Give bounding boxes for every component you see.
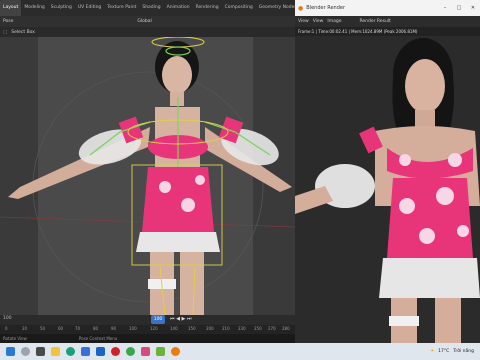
render-neck xyxy=(415,110,435,128)
tab-shading[interactable]: Shading xyxy=(139,0,163,16)
character-skirt xyxy=(136,232,220,252)
minimize-icon[interactable]: – xyxy=(438,5,452,11)
tab-layout[interactable]: Layout xyxy=(0,0,22,16)
render-skirt xyxy=(379,258,480,298)
timeline-tick: 90 xyxy=(111,326,117,331)
mode-selector[interactable]: Pose xyxy=(3,19,13,24)
chrome-icon[interactable] xyxy=(126,347,135,356)
timeline-tick: 50 xyxy=(40,326,46,331)
blender-logo-icon: ● xyxy=(298,4,304,12)
system-tray: ☀ 17°C Trời nắng xyxy=(430,349,480,354)
timeline-tick: 210 xyxy=(222,326,230,331)
menu-view-2[interactable]: View xyxy=(313,19,324,24)
close-icon[interactable]: ✕ xyxy=(466,5,480,11)
dress-flower xyxy=(181,198,195,212)
current-frame-indicator[interactable]: 100 xyxy=(151,315,165,324)
menu-view[interactable]: View xyxy=(298,19,309,24)
render-window-titlebar: ● Blender Render – □ ✕ xyxy=(295,0,480,16)
dress-flower xyxy=(195,175,205,185)
windows-start-icon[interactable] xyxy=(6,347,15,356)
render-dress xyxy=(387,178,473,258)
search-icon[interactable] xyxy=(21,347,30,356)
render-result-image xyxy=(295,36,480,343)
tab-sculpting[interactable]: Sculpting xyxy=(48,0,75,16)
timeline-frame-label: 100 xyxy=(3,316,12,321)
timeline-tick: 0 xyxy=(5,326,8,331)
status-context-menu: Pose Context Menu xyxy=(78,336,118,341)
blender-taskbar-icon[interactable] xyxy=(171,347,180,356)
3d-viewport[interactable] xyxy=(0,37,295,315)
status-rotate-view: Rotate View xyxy=(3,336,27,341)
tab-geometry-nodes[interactable]: Geometry Nodes xyxy=(256,0,300,16)
photos-icon[interactable] xyxy=(141,347,150,356)
timeline-tick: 150 xyxy=(188,326,196,331)
timeline-tick: 20 xyxy=(22,326,28,331)
tab-rendering[interactable]: Rendering xyxy=(193,0,222,16)
status-bar: Rotate View Pose Context Menu xyxy=(0,334,295,343)
render-stats: Frame:1 | Time:00:02.41 | Mem:1024.89M (… xyxy=(295,27,480,36)
viewport-header: Pose Global xyxy=(0,16,295,27)
tab-uv-editing[interactable]: UV Editing xyxy=(75,0,104,16)
workspace-tabs: Layout Modeling Sculpting UV Editing Tex… xyxy=(0,0,333,16)
menu-image[interactable]: Image xyxy=(327,19,341,24)
dress-flower xyxy=(159,181,171,193)
timeline-ruler[interactable]: 0 20 50 60 70 80 90 100 120 140 150 200 … xyxy=(0,325,295,334)
file-explorer-icon[interactable] xyxy=(51,347,60,356)
global-transform-selector[interactable]: Global xyxy=(137,19,151,24)
tab-texture-paint[interactable]: Texture Paint xyxy=(104,0,139,16)
mail-icon[interactable] xyxy=(96,347,105,356)
tool-header: ⬚ Select Box xyxy=(0,27,295,37)
tab-animation[interactable]: Animation xyxy=(164,0,193,16)
character-neck xyxy=(170,92,184,106)
character-right-leg xyxy=(180,252,204,315)
timeline-tick: 60 xyxy=(58,326,64,331)
render-window-title: Blender Render xyxy=(306,5,346,11)
weather-description: Trời nắng xyxy=(453,349,474,354)
render-leg-band xyxy=(389,316,419,326)
edge-icon[interactable] xyxy=(66,347,75,356)
render-result-slot[interactable]: Render Result xyxy=(359,19,390,24)
tab-modeling[interactable]: Modeling xyxy=(21,0,47,16)
task-view-icon[interactable] xyxy=(36,347,45,356)
rendered-character xyxy=(295,36,480,343)
timeline-tick: 270 xyxy=(268,326,276,331)
timeline-tick: 250 xyxy=(254,326,262,331)
maximize-icon[interactable]: □ xyxy=(452,5,466,11)
rigged-character-scene xyxy=(0,37,295,315)
tab-compositing[interactable]: Compositing xyxy=(222,0,256,16)
app-icon[interactable] xyxy=(156,347,165,356)
timeline-tick: 100 xyxy=(129,326,137,331)
weather-temperature: 17°C xyxy=(438,349,450,354)
playback-controls[interactable]: ⏮ ◀ ▶ ⏭ xyxy=(170,316,191,322)
timeline-tick: 200 xyxy=(206,326,214,331)
render-right-leg xyxy=(435,298,461,343)
timeline-controls: 100 ⏮ ◀ ▶ ⏭ xyxy=(0,315,295,325)
timeline-tick: 280 xyxy=(282,326,290,331)
render-face xyxy=(405,59,445,113)
timeline-tick: 120 xyxy=(150,326,158,331)
opera-icon[interactable] xyxy=(111,347,120,356)
character-head xyxy=(162,56,192,94)
timeline-tick: 140 xyxy=(170,326,178,331)
select-box-dropdown[interactable]: Select Box xyxy=(11,30,35,35)
timeline-tick: 80 xyxy=(93,326,99,331)
timeline-tick: 230 xyxy=(238,326,246,331)
windows-taskbar: ☀ 17°C Trời nắng xyxy=(0,343,480,360)
timeline-tick: 70 xyxy=(75,326,81,331)
weather-icon: ☀ xyxy=(430,349,435,354)
render-window-menubar: View View Image Render Result xyxy=(295,16,480,27)
select-icon[interactable]: ⬚ xyxy=(3,30,7,35)
store-icon[interactable] xyxy=(81,347,90,356)
